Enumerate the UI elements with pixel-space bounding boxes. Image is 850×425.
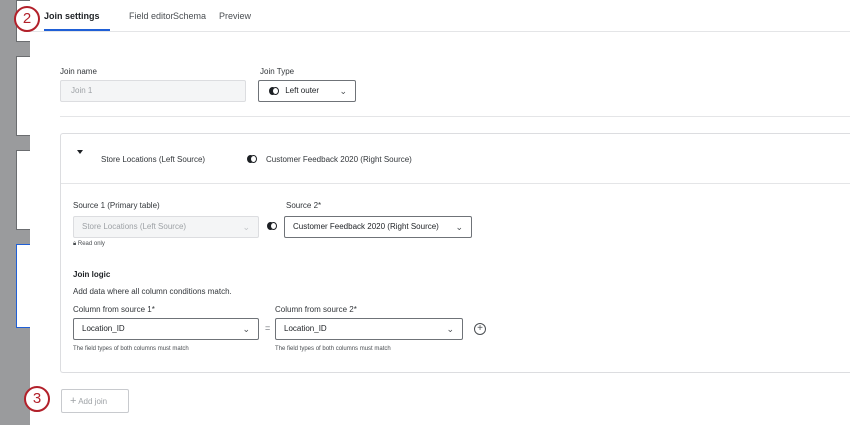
lock-icon: 🔒︎	[73, 241, 77, 247]
left-outer-join-icon	[247, 155, 257, 163]
active-tab-indicator	[44, 29, 110, 31]
join-name-input: Join 1	[60, 80, 246, 102]
join-name-label: Join name	[60, 67, 97, 76]
column1-label: Column from source 1*	[73, 305, 155, 314]
chevron-down-icon: ⌄	[339, 86, 347, 96]
add-join-label: Add join	[78, 397, 108, 406]
source2-label: Source 2*	[286, 201, 322, 210]
join-type-value: Left outer	[285, 86, 320, 95]
source1-label: Source 1 (Primary table)	[73, 201, 160, 210]
join-editor: Join settings Field editor Schema Previe…	[30, 0, 850, 425]
step-2-callout: 2	[14, 6, 40, 32]
equals-sign: =	[265, 323, 271, 333]
plus-icon: +	[70, 395, 77, 407]
add-condition-icon[interactable]: +	[474, 323, 486, 335]
join-logic-description: Add data where all column conditions mat…	[73, 287, 232, 296]
join-panel: Store Locations (Left Source) Customer F…	[60, 133, 850, 373]
chevron-down-icon: ⌄	[242, 222, 250, 232]
header-right-source: Customer Feedback 2020 (Right Source)	[266, 155, 412, 164]
join-panel-header[interactable]: Store Locations (Left Source) Customer F…	[61, 134, 850, 184]
header-left-source: Store Locations (Left Source)	[101, 155, 206, 164]
chevron-down-icon: ⌄	[242, 324, 250, 334]
column1-hint: The field types of both columns must mat…	[73, 346, 189, 352]
source2-value: Customer Feedback 2020 (Right Source)	[293, 222, 439, 231]
join-type-select[interactable]: Left outer ⌄	[258, 80, 356, 102]
column2-value: Location_ID	[284, 324, 327, 333]
column2-select[interactable]: Location_ID ⌄	[275, 318, 463, 340]
tab-join-settings[interactable]: Join settings	[44, 11, 100, 21]
collapse-caret-icon[interactable]	[77, 150, 83, 154]
left-outer-join-icon	[267, 222, 277, 230]
source1-select: Store Locations (Left Source) ⌄	[73, 216, 259, 238]
column1-value: Location_ID	[82, 324, 125, 333]
chevron-down-icon: ⌄	[446, 324, 454, 334]
source1-value: Store Locations (Left Source)	[82, 222, 187, 231]
tab-field-editor[interactable]: Field editor	[129, 11, 174, 21]
chevron-down-icon: ⌄	[455, 222, 463, 232]
column2-hint: The field types of both columns must mat…	[275, 346, 391, 352]
read-only-note: 🔒︎ Read only	[73, 241, 105, 247]
gutter-card-selected[interactable]	[16, 244, 30, 328]
tab-schema[interactable]: Schema	[173, 11, 206, 21]
source2-select[interactable]: Customer Feedback 2020 (Right Source) ⌄	[284, 216, 472, 238]
join-logic-title: Join logic	[73, 270, 111, 279]
add-join-button[interactable]: + Add join	[61, 389, 129, 413]
step-3-callout: 3	[24, 386, 50, 412]
join-type-label: Join Type	[260, 67, 295, 76]
left-gutter	[0, 0, 30, 425]
gutter-card[interactable]	[16, 150, 30, 230]
column2-label: Column from source 2*	[275, 305, 357, 314]
left-outer-join-icon	[269, 86, 279, 95]
gutter-card[interactable]	[16, 56, 30, 136]
section-divider	[60, 116, 850, 117]
tab-bar: Join settings Field editor Schema Previe…	[30, 0, 850, 32]
column1-select[interactable]: Location_ID ⌄	[73, 318, 259, 340]
tab-preview[interactable]: Preview	[219, 11, 251, 21]
